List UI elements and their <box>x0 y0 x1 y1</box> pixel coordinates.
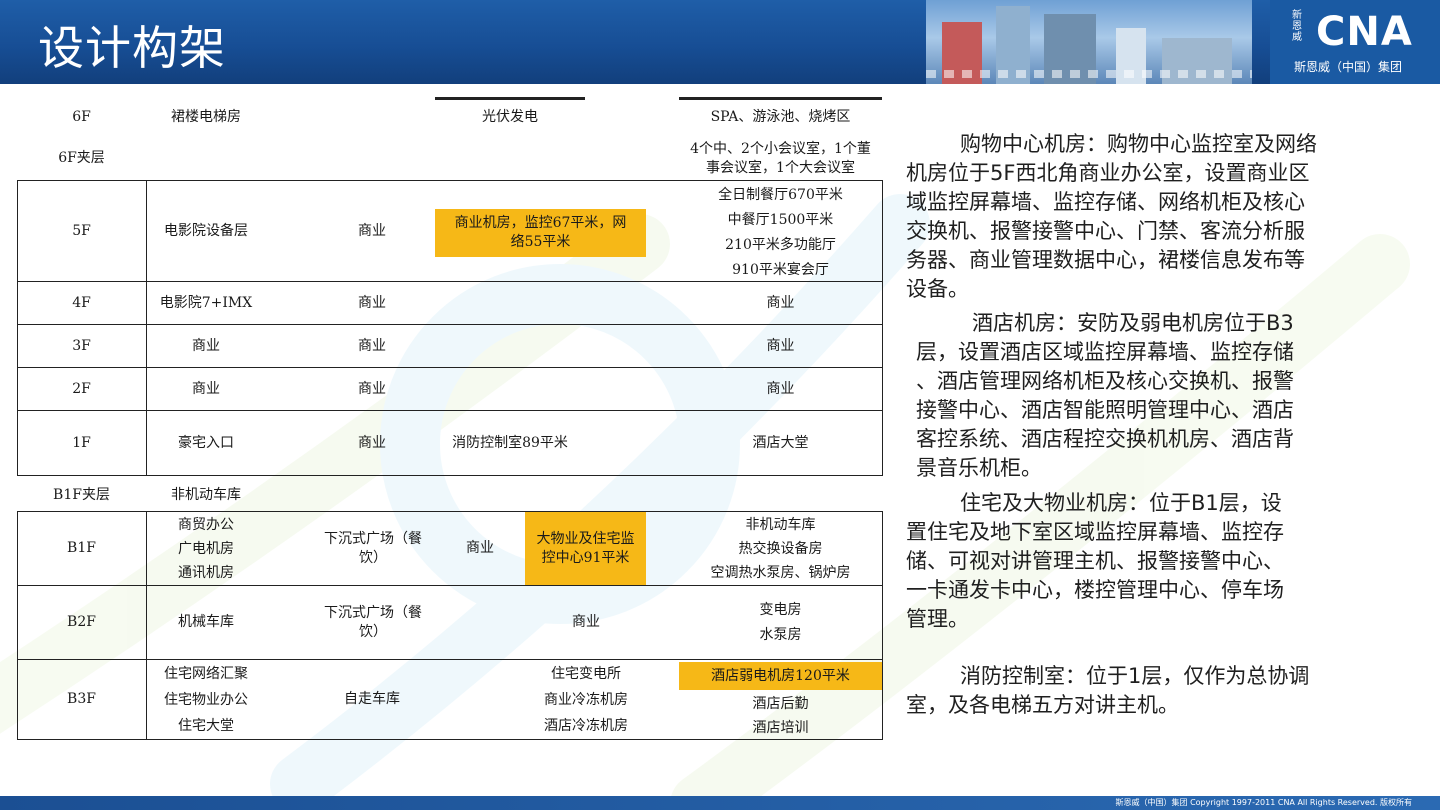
cell-2f-c1: 商业 <box>192 380 220 397</box>
cell-b1m-c1: 非机动车库 <box>171 486 241 503</box>
logo-text: CNA <box>1316 9 1413 55</box>
company-logo: 新恩威 CNA 斯恩威（中国）集团 <box>1270 0 1440 84</box>
logo-subtitle: 斯恩威（中国）集团 <box>1294 60 1403 74</box>
cell-b2f-c2: 下沉式广场（餐 饮） <box>324 604 422 640</box>
paragraph-hotel-room: 酒店机房：安防及弱电机房位于B3 层，设置酒店区域监控屏幕墙、监控存储 、酒店管… <box>916 311 1294 480</box>
floor-b3f: B3F <box>67 691 96 707</box>
floor-4f: 4F <box>72 294 91 311</box>
cell-6fm-c4: 4个中、2个小会议室，1个董 事会议室，1个大会议室 <box>690 141 871 176</box>
rule-spa <box>679 97 882 100</box>
cell-b1f-c4: 非机动车库 热交换设备房 空调热水泵房、锅炉房 <box>710 516 851 581</box>
cell-b1f-c3b-highlight: 大物业及住宅监 控中心91平米 <box>525 512 646 585</box>
floor-6f: 6F <box>72 108 91 125</box>
cell-b2f-c3: 商业 <box>572 614 600 630</box>
floor-b1f-mezz: B1F夹层 <box>53 486 110 503</box>
cell-2f-c4: 商业 <box>766 380 795 397</box>
logo-seal: 新恩威 <box>1292 10 1302 43</box>
cell-b3f-c4: 酒店后勤 酒店培训 <box>752 696 809 736</box>
cell-3f-c1: 商业 <box>192 337 220 354</box>
cell-6f-c4: SPA、游泳池、烧烤区 <box>710 108 851 125</box>
cell-b3f-c3: 住宅变电所 商业冷冻机房 酒店冷冻机房 <box>544 665 628 734</box>
cell-2f-c2: 商业 <box>358 380 386 397</box>
cell-5f-c4: 全日制餐厅670平米 中餐厅1500平米 210平米多功能厅 910平米宴会厅 <box>718 187 843 278</box>
floor-6f-mezz: 6F夹层 <box>58 149 105 166</box>
cell-b1f-c1: 商贸办公 广电机房 通讯机房 <box>178 516 234 581</box>
cell-4f-c2: 商业 <box>358 294 386 311</box>
floor-1f: 1F <box>72 434 91 451</box>
cell-6f-c3: 光伏发电 <box>482 108 538 125</box>
cell-b3f-c1: 住宅网络汇聚 住宅物业办公 住宅大堂 <box>164 665 248 734</box>
cell-1f-c2: 商业 <box>358 434 386 451</box>
cell-b1f-c2: 下沉式广场（餐 饮） <box>324 530 422 566</box>
cell-4f-c1: 电影院7+IMX <box>159 294 253 311</box>
cell-b3f-c4-highlight: 酒店弱电机房120平米 <box>679 662 882 690</box>
cell-3f-c2: 商业 <box>358 337 386 354</box>
footer-bar: 斯恩威（中国）集团 Copyright 1997-2011 CNA All Ri… <box>0 796 1440 810</box>
floor-5f: 5F <box>72 222 91 239</box>
cell-3f-c4: 商业 <box>766 337 795 354</box>
floor-2f: 2F <box>72 380 91 397</box>
cell-5f-c1: 电影院设备层 <box>164 222 248 239</box>
floor-b2f: B2F <box>67 614 96 630</box>
paragraph-fire-control: 消防控制室：位于1层，仅作为总协调 室，及各电梯五方对讲主机。 <box>906 664 1310 717</box>
cell-5f-c2: 商业 <box>358 222 386 239</box>
paragraph-mall-room: 购物中心机房：购物中心监控室及网络 机房位于5F西北角商业办公室，设置商业区 域… <box>906 132 1317 301</box>
cell-5f-c3-highlight: 商业机房，监控67平米，网 络55平米 <box>435 209 646 257</box>
footer-copyright: 斯恩威（中国）集团 Copyright 1997-2011 CNA All Ri… <box>1115 798 1412 807</box>
cell-b2f-c1: 机械车库 <box>178 614 234 630</box>
paragraph-residential-room: 住宅及大物业机房：位于B1层，设 置住宅及地下室区域监控屏幕墙、监控存 储、可视… <box>906 491 1284 631</box>
cell-b2f-c4: 变电房 水泵房 <box>759 601 802 643</box>
cell-6f-c1: 裙楼电梯房 <box>171 108 241 125</box>
header-bar: 设计构架 新恩威 CNA 斯恩威（中国）集团 <box>0 0 1440 84</box>
cell-1f-c4: 酒店大堂 <box>752 434 809 451</box>
rule-pv <box>435 97 585 100</box>
page-title: 设计构架 <box>38 21 226 75</box>
cell-b3f-c2: 自走车库 <box>344 691 400 707</box>
floor-3f: 3F <box>72 337 91 354</box>
floor-b1f: B1F <box>67 540 96 556</box>
header-city-photo <box>926 0 1252 84</box>
cell-4f-c4: 商业 <box>766 294 795 311</box>
cell-1f-c3: 消防控制室89平米 <box>452 434 568 451</box>
cell-b1f-c3a: 商业 <box>466 540 494 556</box>
cell-1f-c1: 豪宅入口 <box>178 434 234 451</box>
